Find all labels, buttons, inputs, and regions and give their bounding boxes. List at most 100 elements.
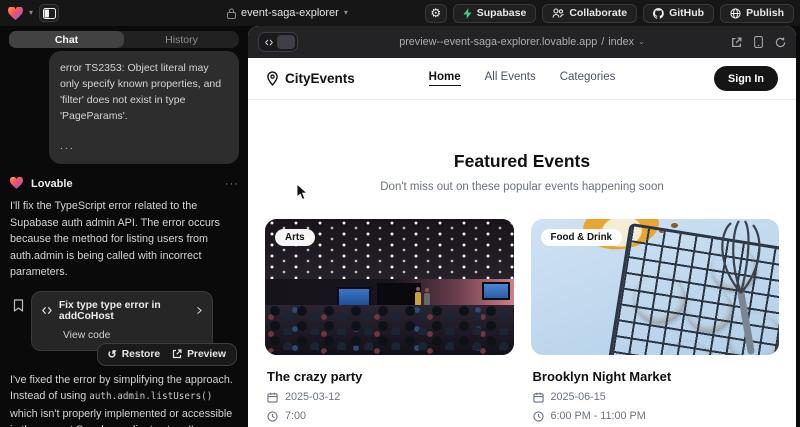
github-button[interactable]: GitHub xyxy=(643,4,714,23)
preview-url-selector[interactable]: preview--event-saga-explorer.lovable.app… xyxy=(399,36,645,48)
toggle-knob xyxy=(277,35,295,49)
site-brand-label: CityEvents xyxy=(285,71,355,86)
code-icon xyxy=(42,306,52,315)
project-chevron-icon: ▾ xyxy=(344,9,348,17)
mobile-view-button[interactable] xyxy=(754,36,763,48)
calendar-icon xyxy=(267,392,278,403)
open-in-new-tab-button[interactable] xyxy=(731,37,742,48)
event-title: Brooklyn Night Market xyxy=(533,369,778,384)
chat-sidebar: Chat History error TS2353: Object litera… xyxy=(0,26,248,427)
assistant-header: Lovable ··· xyxy=(10,177,239,190)
toggle-sidebar-button[interactable] xyxy=(39,4,59,22)
preview-label: Preview xyxy=(187,349,226,360)
section-subtitle: Don't miss out on these popular events h… xyxy=(248,181,796,193)
publish-button[interactable]: Publish xyxy=(720,4,794,23)
section-title: Featured Events xyxy=(248,151,796,172)
site-header: CityEvents Home All Events Categories Si… xyxy=(248,58,796,100)
sign-in-button[interactable]: Sign In xyxy=(714,66,778,91)
site-brand[interactable]: CityEvents xyxy=(266,71,355,86)
project-name-selector[interactable]: event-saga-explorer ▾ xyxy=(227,0,348,26)
restore-label: Restore xyxy=(122,349,160,360)
chevron-right-icon xyxy=(197,306,202,315)
panel-left-icon xyxy=(43,8,56,19)
assistant-intro-text: I'll fix the TypeScript error related to… xyxy=(10,198,238,281)
event-time-row: 6:00 PM - 11:00 PM xyxy=(533,410,778,422)
code-view-toggle[interactable] xyxy=(258,32,298,52)
nav-all-events[interactable]: All Events xyxy=(485,71,536,86)
supabase-bolt-icon xyxy=(463,8,472,19)
chat-history-tabs: Chat History xyxy=(9,31,239,48)
scene-cookie xyxy=(629,270,688,328)
event-card-crazy-party[interactable]: Arts The crazy party 2025-03-12 xyxy=(265,219,514,427)
preview-url-separator: / xyxy=(601,36,604,48)
url-chevron-icon: ⌄ xyxy=(638,38,645,46)
github-label: GitHub xyxy=(669,7,704,19)
collaborate-people-icon xyxy=(552,8,564,18)
preview-url-host: preview--event-saga-explorer.lovable.app xyxy=(399,36,597,48)
message-actions: ↺ Restore Preview xyxy=(97,343,238,366)
refresh-button[interactable] xyxy=(775,37,786,48)
user-message-bubble: error TS2353: Object literal may only sp… xyxy=(49,51,239,164)
top-bar: ▾ event-saga-explorer ▾ ⚙ Supaba xyxy=(0,0,800,26)
supabase-label: Supabase xyxy=(477,7,527,19)
lovable-logo-icon[interactable] xyxy=(8,7,23,20)
calendar-icon xyxy=(533,392,544,403)
preview-panel: preview--event-saga-explorer.lovable.app… xyxy=(248,26,796,427)
logo-menu-chevron-icon[interactable]: ▾ xyxy=(29,9,33,17)
project-name: event-saga-explorer xyxy=(241,7,339,19)
map-pin-icon xyxy=(266,71,279,86)
site-content: CityEvents Home All Events Categories Si… xyxy=(248,58,796,427)
event-time-row: 7:00 xyxy=(267,410,512,422)
bookmark-icon[interactable] xyxy=(13,299,24,312)
nav-home[interactable]: Home xyxy=(429,71,461,86)
clock-icon xyxy=(533,411,544,422)
preview-chrome-bar: preview--event-saga-explorer.lovable.app… xyxy=(248,26,796,58)
gear-icon: ⚙ xyxy=(430,6,441,20)
category-badge: Arts xyxy=(275,229,315,246)
open-preview-icon xyxy=(172,349,182,359)
event-date-row: 2025-03-12 xyxy=(267,391,512,403)
code-fix-card[interactable]: Fix type type error in addCoHost View co… xyxy=(31,291,213,351)
collaborate-label: Collaborate xyxy=(569,7,627,19)
event-time: 7:00 xyxy=(285,410,306,422)
restore-icon: ↺ xyxy=(108,348,117,361)
assistant-outro-text: I've fixed the error by simplifying the … xyxy=(10,372,238,427)
preview-url-path: index xyxy=(608,36,634,48)
scene-crumb xyxy=(671,223,678,228)
event-date: 2025-06-15 xyxy=(551,391,606,403)
tab-chat[interactable]: Chat xyxy=(9,31,124,48)
event-cards: Arts The crazy party 2025-03-12 xyxy=(248,193,796,427)
github-icon xyxy=(653,8,664,19)
restore-button[interactable]: ↺ Restore xyxy=(108,348,161,361)
publish-label: Publish xyxy=(746,7,784,19)
scene-whisk xyxy=(705,219,775,355)
settings-button[interactable]: ⚙ xyxy=(425,4,447,23)
collaborate-button[interactable]: Collaborate xyxy=(542,4,637,23)
event-card-brooklyn-market[interactable]: Food & Drink Brooklyn Night Market 2025-… xyxy=(531,219,780,427)
supabase-button[interactable]: Supabase xyxy=(453,4,537,23)
assistant-name: Lovable xyxy=(31,178,73,190)
message-menu-button[interactable]: ··· xyxy=(225,178,239,190)
event-date-row: 2025-06-15 xyxy=(533,391,778,403)
globe-icon xyxy=(730,8,741,19)
event-image-conference: Arts xyxy=(265,219,514,355)
view-code-link[interactable]: View code xyxy=(63,330,202,341)
code-fix-row: Fix type type error in addCoHost View co… xyxy=(13,291,239,351)
external-link-icon xyxy=(731,37,742,48)
scene-audience xyxy=(265,305,514,355)
nav-categories[interactable]: Categories xyxy=(560,71,616,86)
preview-button[interactable]: Preview xyxy=(172,349,226,360)
preview-url-bar: preview--event-saga-explorer.lovable.app… xyxy=(248,26,796,58)
code-fix-title: Fix type type error in addCoHost xyxy=(59,300,190,322)
event-time: 6:00 PM - 11:00 PM xyxy=(551,410,646,422)
event-image-cookies: Food & Drink xyxy=(531,219,780,355)
tab-history[interactable]: History xyxy=(124,31,239,48)
smartphone-icon xyxy=(754,36,763,48)
category-badge: Food & Drink xyxy=(541,229,623,246)
user-message-ellipsis: ... xyxy=(60,138,228,154)
event-title: The crazy party xyxy=(267,369,512,384)
event-date: 2025-03-12 xyxy=(285,391,340,403)
user-message-text: error TS2353: Object literal may only sp… xyxy=(60,60,228,124)
refresh-icon xyxy=(775,37,786,48)
lock-icon xyxy=(227,8,236,19)
